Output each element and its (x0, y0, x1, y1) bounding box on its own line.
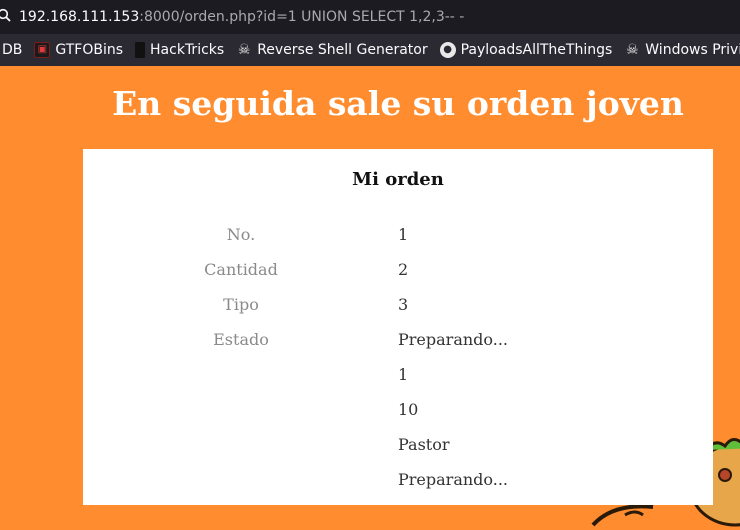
bookmarks-toolbar: DB ▣ GTFOBins HackTricks ☠ Reverse Shell… (0, 34, 740, 66)
value-cantidad: 2 (398, 260, 409, 279)
page-title: En seguida sale su orden joven (112, 84, 684, 123)
bookmark-hacktricks[interactable]: HackTricks (135, 42, 224, 58)
bookmark-label: GTFOBins (55, 42, 124, 58)
label-estado: Estado (213, 330, 269, 349)
bookmark-windows-privilege[interactable]: ☠ Windows Privilege (624, 42, 740, 58)
skull-icon: ☠ (237, 42, 251, 58)
browser-chrome: 192.168.111.153:8000/orden.php?id=1 UNIO… (0, 0, 740, 66)
bookmark-gtfobins[interactable]: ▣ GTFOBins (34, 42, 123, 58)
value-estado: Preparando... (398, 330, 509, 349)
value-no: 1 (398, 225, 409, 244)
skull-icon: ☠ (625, 42, 639, 58)
order-heading: Mi orden (352, 169, 444, 190)
url-host: 192.168.111.153 (19, 9, 140, 25)
search-icon (0, 8, 11, 26)
value-estado-2: Preparando... (398, 470, 509, 489)
bookmark-db[interactable]: DB (2, 42, 22, 58)
label-tipo: Tipo (223, 295, 259, 314)
bookmark-label: DB (2, 42, 23, 58)
value-tipo: 3 (398, 295, 409, 314)
address-bar[interactable]: 192.168.111.153:8000/orden.php?id=1 UNIO… (0, 0, 740, 34)
value-tipo-2: Pastor (398, 435, 450, 454)
value-no-2: 1 (398, 365, 409, 384)
bookmark-payloadsallthethings[interactable]: ● PayloadsAllTheThings (439, 42, 613, 58)
hacktricks-icon (135, 42, 146, 58)
value-cantidad-2: 10 (398, 400, 419, 419)
bookmark-reverse-shell-generator[interactable]: ☠ Reverse Shell Generator (236, 42, 428, 58)
url-path: :8000/orden.php?id=1 UNION SELECT 1,2,3-… (139, 9, 465, 25)
bookmark-label: Windows Privilege (645, 42, 740, 58)
bookmark-label: Reverse Shell Generator (257, 42, 428, 58)
github-icon: ● (439, 42, 456, 58)
gtfobins-icon: ▣ (34, 42, 51, 58)
label-no: No. (226, 225, 256, 244)
bookmark-label: PayloadsAllTheThings (460, 42, 613, 58)
bookmark-label: HackTricks (150, 42, 225, 58)
label-cantidad: Cantidad (204, 260, 278, 279)
order-card: Mi orden No. Cantidad Tipo Estado 1 2 3 … (83, 149, 713, 505)
